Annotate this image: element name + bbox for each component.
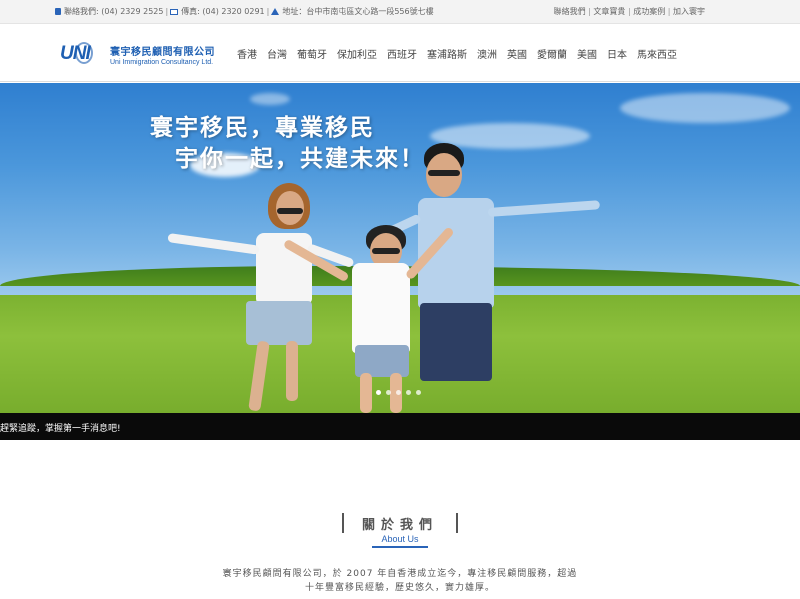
site-header: UNI 寰宇移民顧問有限公司 Uni Immigration Consultan… (0, 24, 800, 82)
nav-item-portugal[interactable]: 葡萄牙 (292, 46, 332, 61)
phone-number[interactable]: 聯絡我們: (04) 2329 2525 (64, 6, 163, 17)
slider-dot[interactable] (416, 390, 421, 395)
top-link-join[interactable]: 加入寰宇 (673, 7, 705, 16)
nav-item-uk[interactable]: 英國 (502, 46, 532, 61)
logo[interactable]: UNI 寰宇移民顧問有限公司 Uni Immigration Consultan… (60, 41, 215, 67)
top-info-bar: 聯絡我們: (04) 2329 2525 | 傳真: (04) 2320 029… (0, 0, 800, 24)
nav-item-bulgaria[interactable]: 保加利亞 (332, 46, 382, 61)
hero-banner[interactable]: 寰宇移民，專業移民 宇你一起，共建未來！ (0, 83, 800, 413)
fax-number: 傳真: (04) 2320 0291 (181, 7, 265, 16)
about-subtitle: About Us (372, 534, 428, 548)
top-link-articles[interactable]: 文章寶貴 (593, 7, 625, 16)
top-links: 聯絡我們 | 文章寶貴 | 成功案例 | 加入寰宇 (553, 7, 705, 16)
address: 地址：台中市南屯區文心路一段556號七樓 (282, 7, 434, 16)
top-link-contact[interactable]: 聯絡我們 (554, 7, 586, 16)
about-text-line2: 十年豐富移民經驗，歷史悠久，實力雄厚。 (304, 583, 495, 593)
slider-dot[interactable] (406, 390, 411, 395)
top-link-cases[interactable]: 成功案例 (633, 7, 665, 16)
about-text-line1: 寰宇移民顧問有限公司，於 2007 年自香港成立迄今，專注移民顧問服務，超過 (222, 569, 578, 579)
news-ticker: 趕緊追蹤，掌握第一手消息吧! (0, 413, 800, 440)
about-title: 關於我們 (361, 517, 438, 533)
ticker-text[interactable]: 趕緊追蹤，掌握第一手消息吧! (0, 421, 121, 434)
contact-info: 聯絡我們: (04) 2329 2525 | 傳真: (04) 2320 029… (55, 6, 434, 17)
home-icon (271, 8, 280, 15)
main-nav: 香港 台灣 葡萄牙 保加利亞 西班牙 塞浦路斯 澳洲 英國 愛爾蘭 美國 日本 … (232, 46, 682, 61)
nav-item-japan[interactable]: 日本 (602, 46, 632, 61)
nav-item-cyprus[interactable]: 塞浦路斯 (422, 46, 472, 61)
slider-dot[interactable] (396, 390, 401, 395)
nav-item-hongkong[interactable]: 香港 (232, 46, 262, 61)
logo-mark: UNI (60, 41, 106, 67)
nav-item-usa[interactable]: 美國 (572, 46, 602, 61)
logo-name-en: Uni Immigration Consultancy Ltd. (110, 58, 214, 66)
slider-dot[interactable] (386, 390, 391, 395)
slider-dot[interactable] (376, 390, 381, 395)
nav-item-australia[interactable]: 澳洲 (472, 46, 502, 61)
phone-icon (55, 8, 61, 15)
nav-item-taiwan[interactable]: 台灣 (262, 46, 292, 61)
logo-name-cn: 寰宇移民顧問有限公司 (110, 46, 215, 58)
family-illustration (0, 83, 800, 413)
nav-item-spain[interactable]: 西班牙 (382, 46, 422, 61)
nav-item-ireland[interactable]: 愛爾蘭 (532, 46, 572, 61)
nav-item-malaysia[interactable]: 馬來西亞 (632, 46, 682, 61)
slider-pagination (376, 390, 421, 395)
fax-icon (170, 8, 179, 15)
